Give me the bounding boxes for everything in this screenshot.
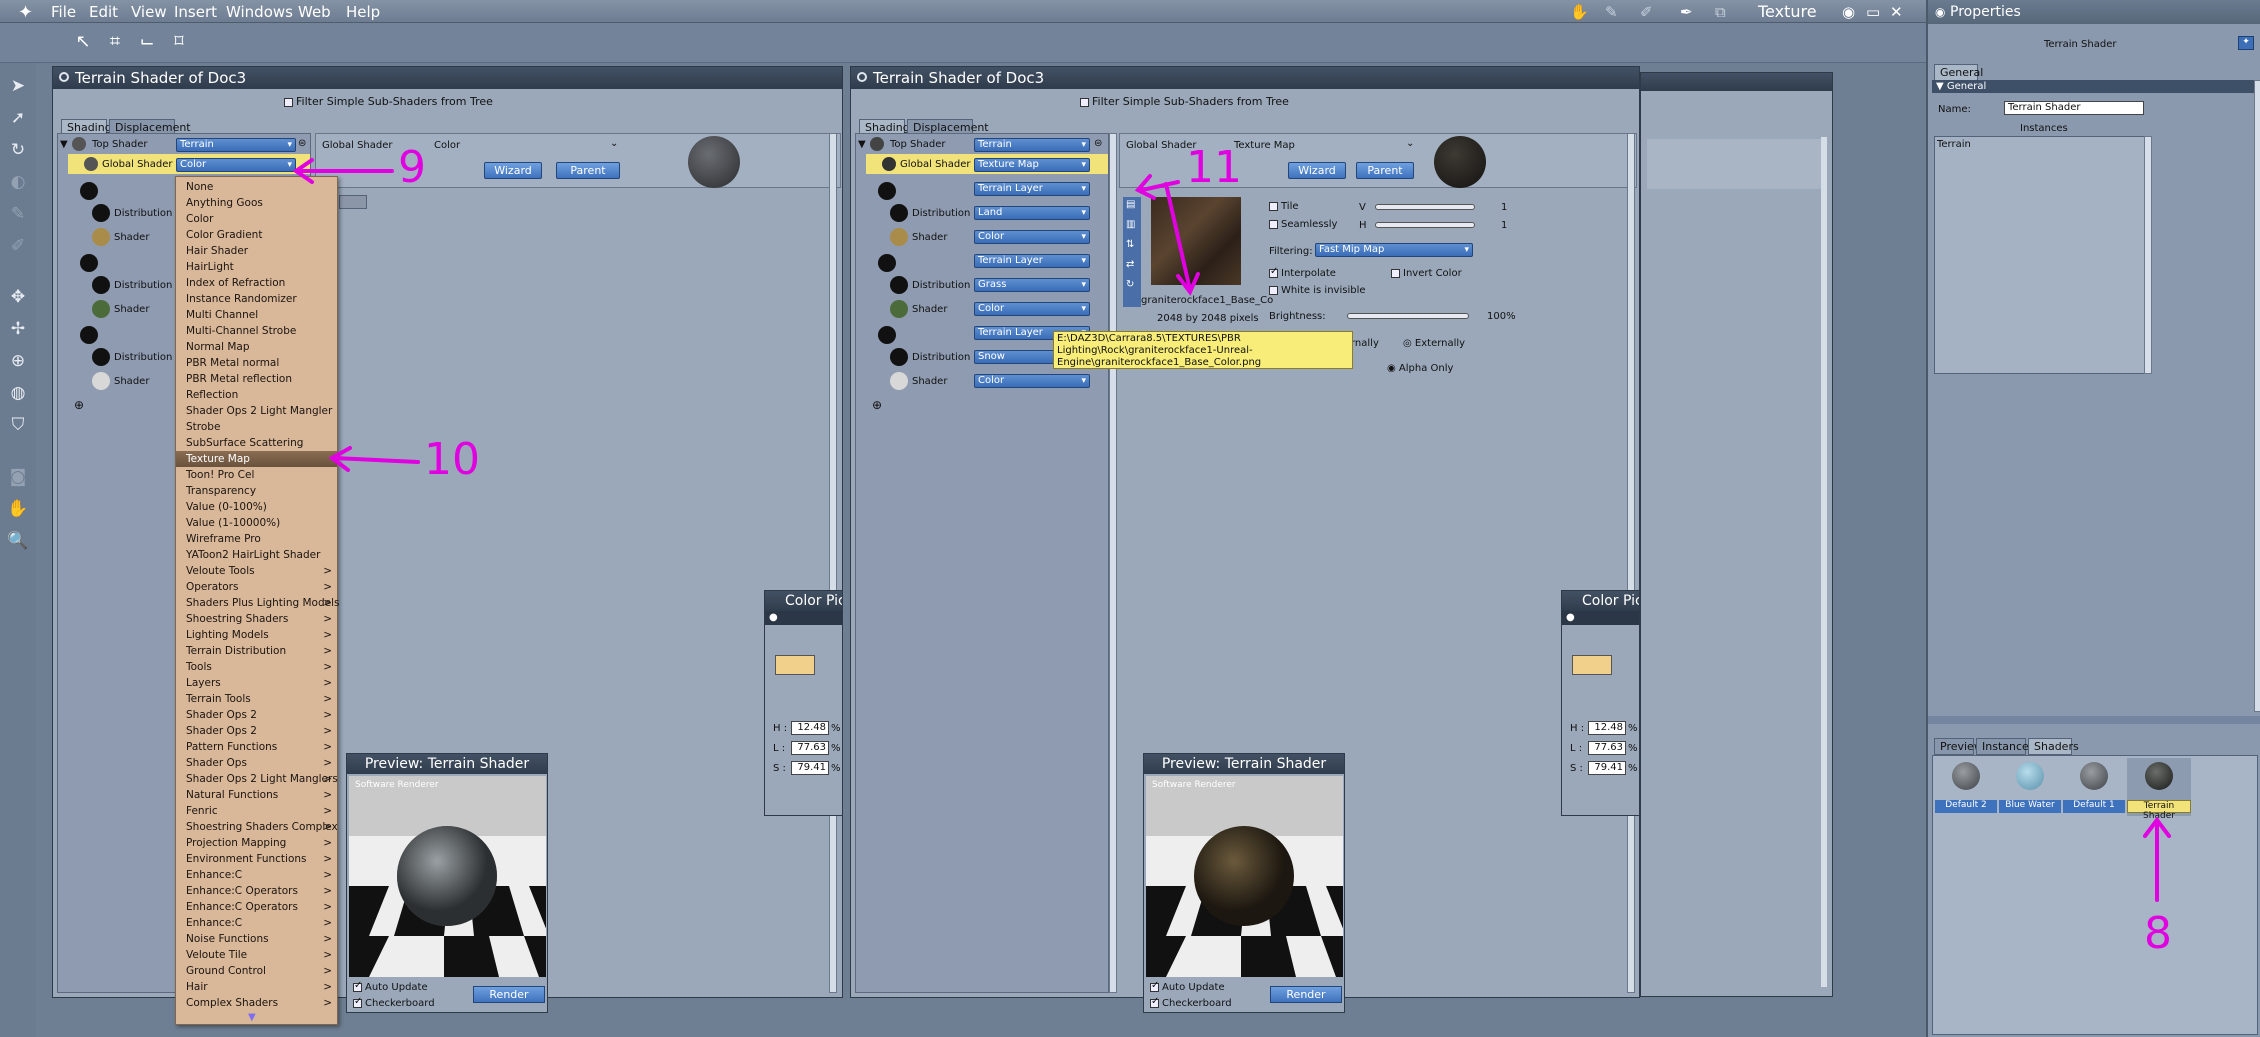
arrow-10 (328, 446, 420, 472)
annotation-arrows (292, 158, 2171, 902)
arrow-11a (1134, 174, 1180, 200)
annotation-11: 11 (1186, 142, 1242, 193)
annotation-10: 10 (424, 434, 480, 485)
arrow-9 (292, 158, 394, 184)
annotation-8: 8 (2144, 908, 2172, 959)
arrow-8 (2143, 816, 2171, 902)
arrow-11b (1164, 182, 1200, 296)
annotation-9: 9 (398, 142, 426, 193)
